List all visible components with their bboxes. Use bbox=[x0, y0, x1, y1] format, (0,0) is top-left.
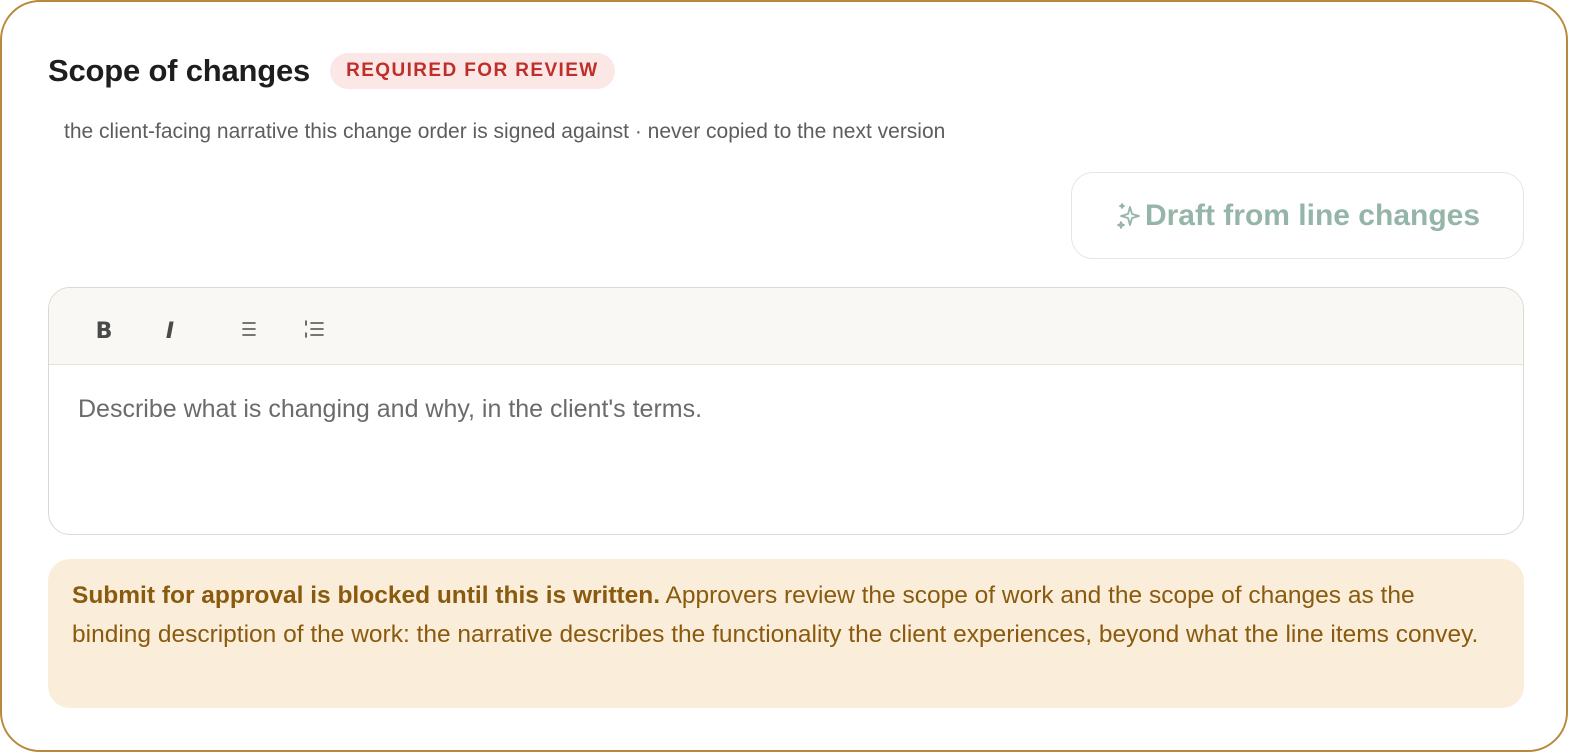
draft-button-label: Draft from line changes bbox=[1144, 198, 1481, 232]
bullet-list-button[interactable] bbox=[232, 312, 266, 346]
required-badge: REQUIRED FOR REVIEW bbox=[330, 53, 615, 89]
scope-editor: B I Describe what is changing and why, i… bbox=[48, 287, 1524, 535]
editor-toolbar: B I bbox=[49, 288, 1523, 365]
section-header: Scope of changes REQUIRED FOR REVIEW bbox=[48, 52, 615, 90]
scope-of-changes-card: Scope of changes REQUIRED FOR REVIEW the… bbox=[0, 0, 1568, 752]
draft-from-line-changes-button[interactable]: Draft from line changes bbox=[1071, 172, 1524, 259]
bold-button[interactable]: B bbox=[87, 314, 121, 348]
section-subtitle: the client-facing narrative this change … bbox=[64, 120, 946, 143]
sparkle-icon bbox=[1115, 202, 1143, 230]
section-title: Scope of changes bbox=[48, 53, 311, 88]
scope-text-area[interactable]: Describe what is changing and why, in th… bbox=[49, 365, 1523, 534]
bullet-list-icon bbox=[242, 322, 256, 336]
numbered-list-button[interactable] bbox=[297, 312, 331, 346]
numbered-list-icon bbox=[305, 320, 324, 338]
approval-blocked-notice: Submit for approval is blocked until thi… bbox=[48, 559, 1524, 708]
notice-bold-text: Submit for approval is blocked until thi… bbox=[72, 582, 661, 609]
italic-button[interactable]: I bbox=[153, 314, 187, 348]
